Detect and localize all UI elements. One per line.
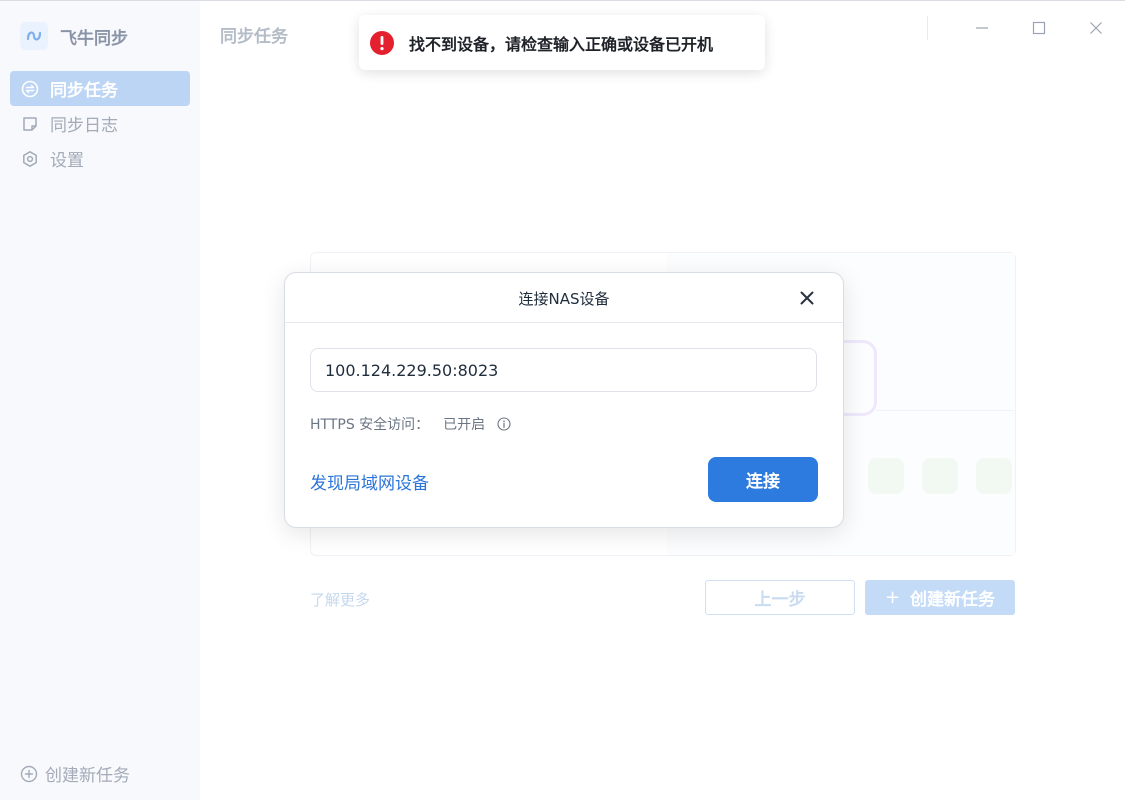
minimize-icon — [976, 27, 988, 29]
dialog-close-button[interactable] — [797, 288, 817, 308]
sidebar-item-label: 设置 — [50, 151, 84, 171]
brand: 飞牛同步 — [20, 21, 128, 51]
close-window-button[interactable] — [1081, 14, 1111, 42]
sidebar-nav: 同步任务 同步日志 设置 — [10, 71, 190, 176]
previous-step-button[interactable]: 上一步 — [705, 580, 855, 615]
dialog-header: 连接NAS设备 — [285, 273, 843, 323]
create-task-button[interactable]: + 创建新任务 — [865, 580, 1015, 615]
https-access-row: HTTPS 安全访问： 已开启 — [310, 414, 511, 434]
learn-more-link[interactable]: 了解更多 — [310, 589, 370, 610]
sidebar-item-sync-tasks[interactable]: 同步任务 — [10, 71, 190, 106]
plus-icon: + — [884, 587, 901, 608]
maximize-icon — [1032, 21, 1046, 35]
error-toast: 找不到设备，请检查输入正确或设备已开机 — [359, 15, 765, 70]
connect-nas-dialog: 连接NAS设备 HTTPS 安全访问： 已开启 发现局域网设备 连接 — [284, 272, 844, 528]
https-status: 已开启 — [443, 417, 486, 433]
sidebar-item-sync-log[interactable]: 同步日志 — [10, 106, 190, 141]
discover-lan-devices-link[interactable]: 发现局域网设备 — [310, 469, 429, 494]
connect-button[interactable]: 连接 — [708, 457, 818, 502]
illustration-divider — [876, 410, 1014, 411]
illustration-chip — [868, 458, 904, 494]
toast-message: 找不到设备，请检查输入正确或设备已开机 — [409, 34, 714, 54]
create-task-label: 创建新任务 — [910, 590, 996, 610]
note-icon — [21, 115, 39, 133]
sidebar-item-label: 同步日志 — [50, 116, 118, 136]
error-icon — [370, 30, 394, 55]
https-label: HTTPS 安全访问： — [310, 417, 430, 433]
info-icon[interactable] — [497, 417, 511, 431]
close-icon — [1090, 22, 1102, 34]
add-circle-icon — [20, 765, 38, 783]
dialog-title: 连接NAS设备 — [518, 290, 610, 308]
sidebar-create-task-button[interactable]: 创建新任务 — [20, 761, 130, 786]
page-title: 同步任务 — [220, 27, 288, 47]
sidebar-item-label: 同步任务 — [50, 81, 118, 101]
illustration-chip — [976, 458, 1012, 494]
sync-circle-icon — [21, 80, 39, 98]
close-icon — [800, 291, 814, 305]
connect-label: 连接 — [746, 472, 780, 492]
nas-address-input[interactable] — [310, 348, 817, 392]
create-task-label: 创建新任务 — [45, 766, 130, 786]
illustration-chip — [922, 458, 958, 494]
gear-icon — [21, 150, 39, 168]
app-logo-icon — [20, 22, 48, 50]
previous-step-label: 上一步 — [754, 590, 806, 610]
window-controls-divider — [927, 16, 928, 40]
sidebar: 飞牛同步 同步任务 同步日志 设置 创建新任务 — [0, 1, 200, 800]
app-name: 飞牛同步 — [60, 28, 128, 49]
maximize-button[interactable] — [1024, 14, 1054, 42]
minimize-button[interactable] — [967, 14, 997, 42]
sidebar-item-settings[interactable]: 设置 — [10, 141, 190, 176]
